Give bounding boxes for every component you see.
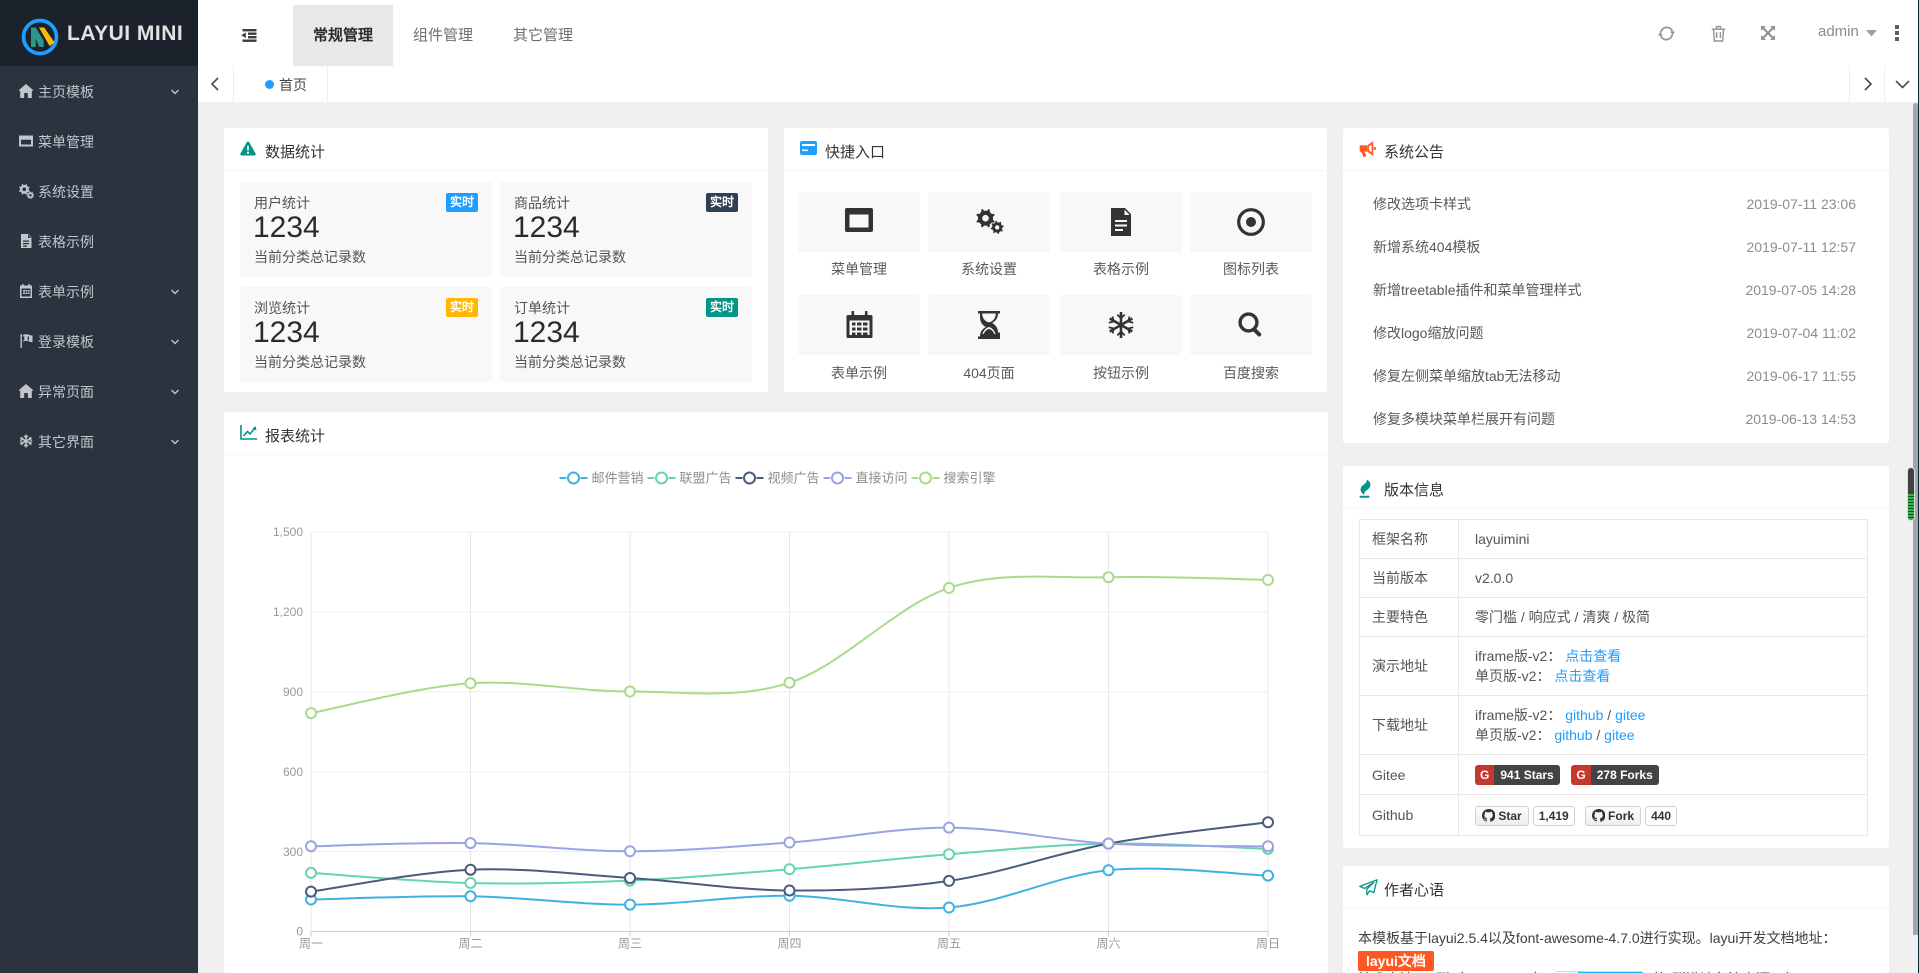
svg-text:900: 900: [283, 685, 303, 699]
svg-text:联盟广告: 联盟广告: [680, 471, 732, 486]
svg-text:周三: 周三: [618, 937, 642, 951]
svg-text:视频广告: 视频广告: [768, 471, 820, 486]
svg-text:周六: 周六: [1096, 937, 1120, 951]
svg-text:周日: 周日: [1256, 937, 1280, 951]
svg-text:600: 600: [283, 765, 303, 779]
svg-text:1,500: 1,500: [273, 525, 303, 539]
svg-text:邮件营销: 邮件营销: [592, 471, 644, 486]
svg-text:300: 300: [283, 845, 303, 859]
svg-text:搜索引擎: 搜索引擎: [944, 471, 996, 486]
svg-text:周二: 周二: [458, 937, 482, 951]
svg-text:直接访问: 直接访问: [856, 471, 908, 486]
svg-text:周一: 周一: [299, 937, 323, 951]
svg-text:周五: 周五: [937, 937, 961, 951]
svg-text:1,200: 1,200: [273, 605, 303, 619]
svg-text:周四: 周四: [777, 937, 801, 951]
